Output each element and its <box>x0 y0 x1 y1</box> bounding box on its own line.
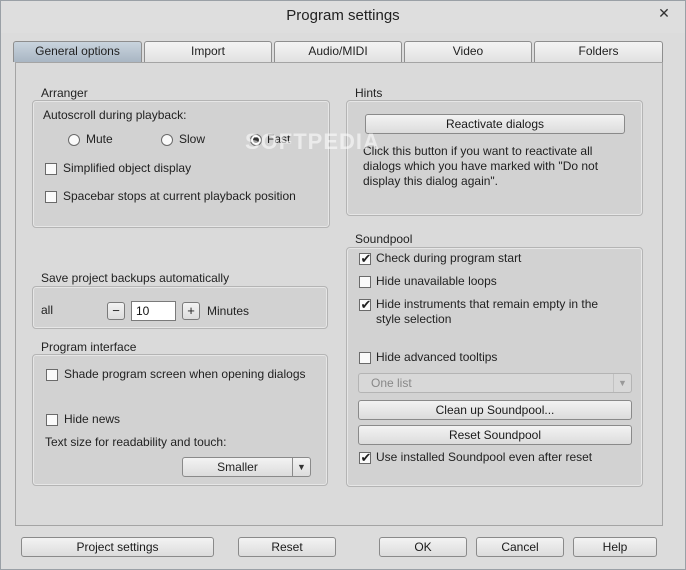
check-start-label[interactable]: Check during program start <box>376 251 521 265</box>
shade-screen-checkbox[interactable] <box>46 369 58 381</box>
text-size-label: Text size for readability and touch: <box>45 435 227 449</box>
check-start-checkbox[interactable]: ✔ <box>359 251 372 266</box>
close-button[interactable]: ✕ <box>649 2 679 24</box>
tab-folders[interactable]: Folders <box>534 41 663 62</box>
text-size-select[interactable]: Smaller ▼ <box>182 457 311 477</box>
increment-button[interactable]: + <box>182 302 200 320</box>
hide-tooltips-label[interactable]: Hide advanced tooltips <box>376 350 497 364</box>
title-bar: Program settings ✕ <box>1 1 685 33</box>
soundpool-title: Soundpool <box>355 232 413 246</box>
simplified-display-checkbox[interactable] <box>45 163 57 175</box>
minus-icon: − <box>112 303 120 318</box>
hide-unavailable-checkbox[interactable] <box>359 276 371 288</box>
help-button[interactable]: Help <box>573 537 657 557</box>
backups-unit: Minutes <box>207 304 250 318</box>
hide-news-label[interactable]: Hide news <box>64 412 120 426</box>
decrement-button[interactable]: − <box>107 302 125 320</box>
backup-interval-input[interactable] <box>131 301 176 321</box>
backups-title: Save project backups automatically <box>41 271 230 285</box>
radio-mute-label[interactable]: Mute <box>86 132 113 146</box>
hide-news-checkbox[interactable] <box>46 414 58 426</box>
use-installed-label[interactable]: Use installed Soundpool even after reset <box>376 450 592 464</box>
use-installed-checkbox[interactable]: ✔ <box>359 450 372 465</box>
backups-prefix: all <box>41 303 54 317</box>
spacebar-stops-checkbox[interactable] <box>45 191 57 203</box>
radio-mute[interactable] <box>68 134 80 146</box>
hide-empty-label[interactable]: Hide instruments that remain empty in th… <box>376 297 626 327</box>
radio-slow-label[interactable]: Slow <box>179 132 205 146</box>
shade-screen-label[interactable]: Shade program screen when opening dialog… <box>64 367 306 381</box>
tab-bar: General options Import Audio/MIDI Video … <box>13 41 663 62</box>
cancel-button[interactable]: Cancel <box>476 537 564 557</box>
ok-button[interactable]: OK <box>379 537 467 557</box>
tab-import[interactable]: Import <box>144 41 272 62</box>
simplified-display-label[interactable]: Simplified object display <box>63 161 191 175</box>
checkmark-icon: ✔ <box>360 450 372 465</box>
arranger-title: Arranger <box>41 86 88 100</box>
hide-tooltips-checkbox[interactable] <box>359 352 371 364</box>
radio-slow[interactable] <box>161 134 173 146</box>
list-mode-value: One list <box>371 376 412 390</box>
tab-general-options[interactable]: General options <box>13 41 142 62</box>
clean-up-soundpool-button[interactable]: Clean up Soundpool... <box>358 400 632 420</box>
text-size-value: Smaller <box>217 460 258 474</box>
checkmark-icon: ✔ <box>360 251 372 266</box>
checkmark-icon: ✔ <box>360 297 372 312</box>
hints-description: Click this button if you want to reactiv… <box>363 144 599 188</box>
reset-button[interactable]: Reset <box>238 537 336 557</box>
backups-group <box>32 286 328 329</box>
chevron-down-icon: ▼ <box>613 374 631 392</box>
program-interface-title: Program interface <box>41 340 137 354</box>
autoscroll-label: Autoscroll during playback: <box>43 108 187 122</box>
reset-soundpool-button[interactable]: Reset Soundpool <box>358 425 632 445</box>
project-settings-button[interactable]: Project settings <box>21 537 214 557</box>
hints-title: Hints <box>355 86 383 100</box>
list-mode-select[interactable]: One list ▼ <box>358 373 632 393</box>
spacebar-stops-label[interactable]: Spacebar stops at current playback posit… <box>63 189 296 203</box>
plus-icon: + <box>187 303 195 318</box>
chevron-down-icon: ▼ <box>292 458 310 476</box>
tab-audio-midi[interactable]: Audio/MIDI <box>274 41 402 62</box>
hide-unavailable-label[interactable]: Hide unavailable loops <box>376 274 497 288</box>
program-settings-window: Program settings ✕ General options Impor… <box>0 0 686 570</box>
watermark: SOFTPEDIA <box>245 129 380 154</box>
close-icon: ✕ <box>658 5 670 21</box>
reactivate-dialogs-button[interactable]: Reactivate dialogs <box>365 114 625 134</box>
tab-video[interactable]: Video <box>404 41 532 62</box>
window-title: Program settings <box>286 7 400 24</box>
hide-empty-checkbox[interactable]: ✔ <box>359 297 372 312</box>
